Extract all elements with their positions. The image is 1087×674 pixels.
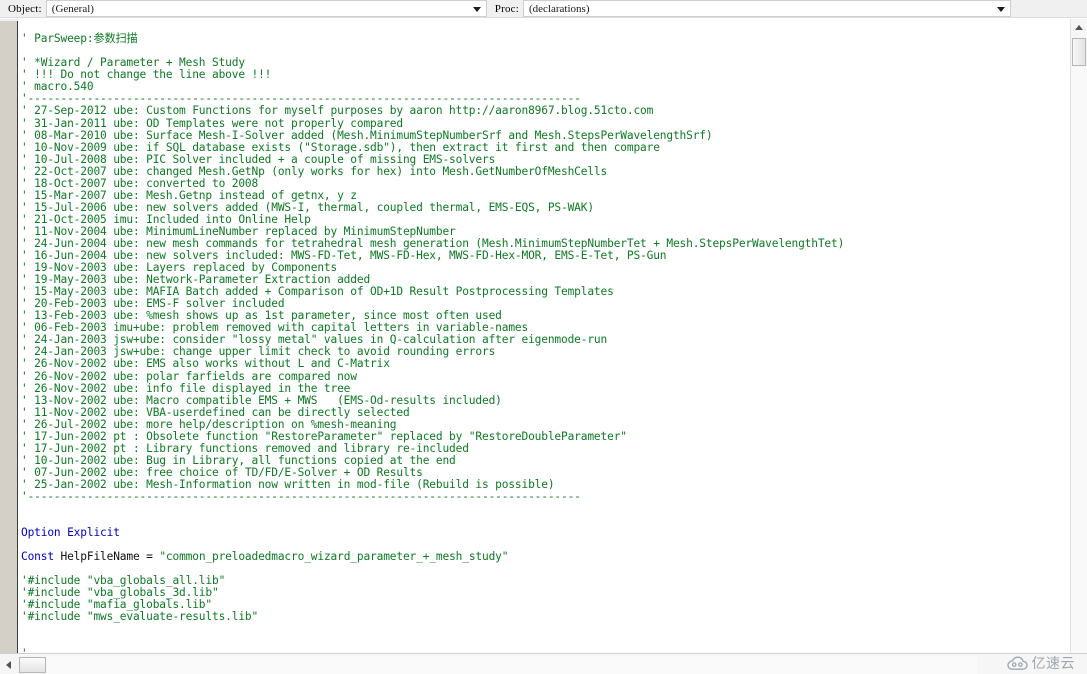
proc-combo-label: Proc: <box>494 2 520 15</box>
code-line: Option Explicit <box>21 526 120 540</box>
code-editor[interactable]: ' ParSweep:参数扫描 ' *Wizard / Parameter + … <box>0 19 1087 653</box>
horizontal-scrollbar-track[interactable] <box>47 656 977 674</box>
triangle-left-icon <box>6 660 11 669</box>
code-text[interactable]: ' ParSweep:参数扫描 ' *Wizard / Parameter + … <box>21 33 844 653</box>
object-combo-value: (General) <box>51 2 94 15</box>
object-combo-label: Object: <box>8 2 42 15</box>
code-line: '---------------------------------------… <box>21 489 581 503</box>
chevron-down-icon[interactable] <box>997 6 1006 12</box>
gutter-cap <box>0 19 18 21</box>
triangle-up-icon <box>1075 25 1083 30</box>
code-line: ' ParSweep:参数扫描 <box>21 32 138 46</box>
code-scroll-surface[interactable]: ' ParSweep:参数扫描 ' *Wizard / Parameter + … <box>21 19 1061 653</box>
chevron-down-icon[interactable] <box>472 6 481 12</box>
horizontal-scrollbar-thumb[interactable] <box>19 657 46 673</box>
code-line: Const HelpFileName = "common_preloadedma… <box>21 550 509 564</box>
vertical-scrollbar-thumb[interactable] <box>1072 38 1086 66</box>
proc-combo[interactable]: (declarations) <box>523 0 1012 17</box>
scroll-left-button[interactable] <box>1 656 16 673</box>
vertical-scrollbar-track[interactable] <box>1071 67 1087 653</box>
code-line: ' !!! Do not change the line above !!! <box>21 68 272 82</box>
editor-margin-indicator-bar[interactable] <box>0 19 18 653</box>
vba-editor-window: Object: (General) Proc: (declarations) '… <box>0 0 1087 674</box>
vertical-scrollbar[interactable] <box>1070 19 1087 653</box>
horizontal-scrollbar[interactable] <box>0 653 1087 674</box>
proc-combo-value: (declarations) <box>529 2 590 15</box>
code-line: '#include "mws_evaluate-results.lib" <box>21 610 259 624</box>
editor-toolbar: Object: (General) Proc: (declarations) <box>0 0 1087 18</box>
object-combo[interactable]: (General) <box>45 0 487 17</box>
scroll-up-button[interactable] <box>1071 19 1087 36</box>
